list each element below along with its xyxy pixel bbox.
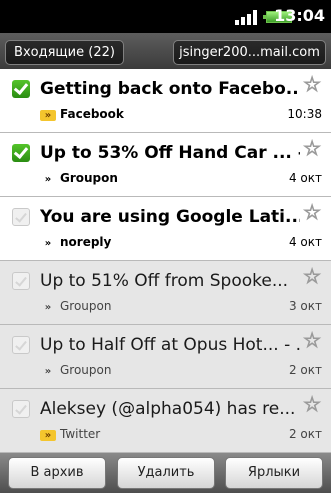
message-subject: Getting back onto Facebo... xyxy=(40,79,300,99)
message-checkbox[interactable] xyxy=(12,144,30,162)
message-list: ☆ Getting back onto Facebo...» Facebook 10:… xyxy=(0,69,331,453)
star-icon[interactable]: ☆ xyxy=(303,74,322,95)
message-row[interactable]: ☆ You are using Google Lati... » noreply 4 о… xyxy=(0,197,331,261)
status-bar: 13:04 xyxy=(0,0,331,33)
message-subject: You are using Google Lati... xyxy=(40,207,300,227)
star-icon[interactable]: ☆ xyxy=(303,330,322,351)
message-row[interactable]: ☆ Aleksey (@alpha054) has re... » Twitter 2 … xyxy=(0,389,331,453)
message-subject: Up to 53% Off Hand Car ... - ... xyxy=(40,143,300,163)
label-marker-icon: » xyxy=(44,174,52,185)
message-row[interactable]: ☆ Up to Half Off at Opus Hot... - ... » Gro… xyxy=(0,325,331,389)
message-date: 4 окт xyxy=(288,171,322,185)
message-subject: Up to 51% Off from Spooke... xyxy=(40,271,289,291)
status-time: 13:04 xyxy=(274,6,325,25)
sender-name: noreply xyxy=(60,235,112,249)
sender-name: Groupon xyxy=(60,171,118,185)
star-icon[interactable]: ☆ xyxy=(303,202,322,223)
label-marker-icon: » xyxy=(44,238,52,249)
sender-name: Groupon xyxy=(60,363,112,377)
message-checkbox[interactable] xyxy=(12,208,30,226)
message-checkbox[interactable] xyxy=(12,272,30,290)
star-icon[interactable]: ☆ xyxy=(303,394,322,415)
message-row[interactable]: ☆ Getting back onto Facebo... » Facebook 10:… xyxy=(0,69,331,133)
sender-name: Facebook xyxy=(60,107,124,121)
message-date: 4 окт xyxy=(288,235,322,249)
message-sender: » Groupon xyxy=(40,170,118,186)
delete-button[interactable]: Удалить xyxy=(117,457,215,489)
message-checkbox[interactable] xyxy=(12,400,30,418)
label-marker-icon: » xyxy=(40,110,56,121)
message-date: 2 окт xyxy=(288,427,322,441)
mail-header: Входящие (22) jsinger200...mail.com xyxy=(0,33,331,69)
signal-bars-icon xyxy=(235,10,257,25)
message-date: 2 окт xyxy=(288,363,322,377)
message-sender: » Groupon xyxy=(40,298,112,314)
sender-name: Twitter xyxy=(60,427,101,441)
message-subject: Up to Half Off at Opus Hot... - ... xyxy=(40,335,300,355)
star-icon[interactable]: ☆ xyxy=(303,266,322,287)
message-checkbox[interactable] xyxy=(12,80,30,98)
star-icon[interactable]: ☆ xyxy=(303,138,322,159)
labels-button[interactable]: Ярлыки xyxy=(225,457,323,489)
message-sender: » Facebook xyxy=(40,106,124,122)
archive-button[interactable]: В архив xyxy=(8,457,106,489)
message-subject: Aleksey (@alpha054) has re... xyxy=(40,399,296,419)
label-marker-icon: » xyxy=(40,430,56,441)
sender-name: Groupon xyxy=(60,299,112,313)
message-date: 10:38 xyxy=(287,107,322,121)
message-checkbox[interactable] xyxy=(12,336,30,354)
message-row[interactable]: ☆Up to 53% Off Hand Car ... - ... » Groupo… xyxy=(0,133,331,197)
label-marker-icon: » xyxy=(44,302,52,313)
message-date: 3 окт xyxy=(288,299,322,313)
message-row[interactable]: ☆ Up to 51% Off from Spooke... » Groupon 3 о… xyxy=(0,261,331,325)
account-selector-button[interactable]: jsinger200...mail.com xyxy=(173,40,326,65)
message-sender: » Twitter xyxy=(40,426,100,442)
label-marker-icon: » xyxy=(44,366,52,377)
inbox-folder-button[interactable]: Входящие (22) xyxy=(5,40,124,65)
message-sender: » noreply xyxy=(40,234,112,250)
bottom-toolbar: В архив Удалить Ярлыки xyxy=(0,453,331,493)
message-sender: » Groupon xyxy=(40,362,112,378)
